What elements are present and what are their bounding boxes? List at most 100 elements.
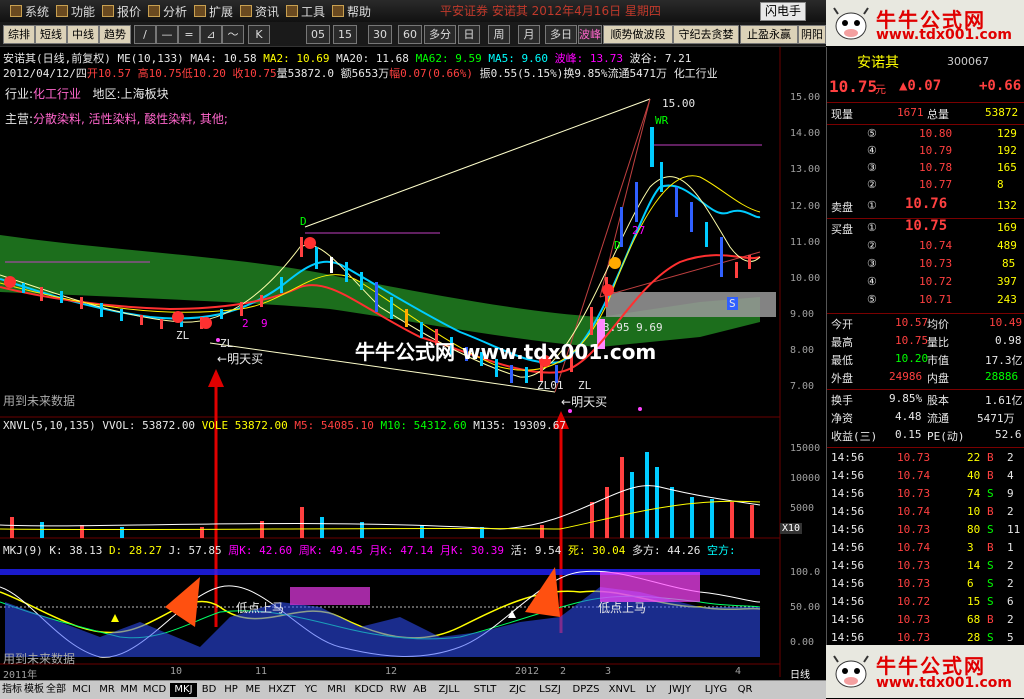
folder-icon: [10, 5, 22, 17]
tab-zjc[interactable]: ZJC: [504, 683, 531, 697]
bid-label: 买盘: [831, 223, 853, 236]
tab-模板[interactable]: 模板: [24, 683, 44, 697]
toolbar-mid-button[interactable]: 中线: [67, 25, 99, 44]
bid-vol: 243: [997, 293, 1017, 306]
tab-mr[interactable]: MR: [97, 683, 117, 697]
tab-hp[interactable]: HP: [221, 683, 241, 697]
tab-bd[interactable]: BD: [199, 683, 219, 697]
menu-quote-label: 报价: [117, 5, 142, 19]
tab-zjll[interactable]: ZJLL: [432, 683, 466, 697]
take-profit-button[interactable]: 止盈永赢: [740, 25, 798, 44]
bid-level-row[interactable]: ④ 10.72 397: [827, 275, 1024, 292]
toolbar-short-button[interactable]: 短线: [35, 25, 67, 44]
wr-label: WR: [655, 114, 669, 127]
tick-volume: 22: [967, 451, 981, 464]
bid-level-row[interactable]: ② 10.74 489: [827, 239, 1024, 256]
bid-level-row[interactable]: ⑤ 10.71 243: [827, 293, 1024, 310]
tab-ly[interactable]: LY: [641, 683, 661, 697]
tick-time: 14:56: [831, 523, 865, 536]
menu-tools[interactable]: 工具: [286, 3, 325, 20]
ask-level-row[interactable]: ③ 10.78 165: [827, 161, 1024, 178]
discipline-button[interactable]: 守纪去贪婪: [673, 25, 739, 44]
ask-level-row[interactable]: ② 10.77 8: [827, 178, 1024, 195]
menu-system[interactable]: 系统: [10, 3, 49, 20]
count-label: 9: [261, 317, 268, 330]
price-change: ▲0.07: [899, 78, 942, 94]
ask-vol: 192: [997, 144, 1017, 157]
stat-label: PE(动): [927, 430, 965, 443]
banner-url: www.tdx001.com: [876, 27, 1013, 43]
level-icon: ①: [867, 199, 877, 212]
tab-mci[interactable]: MCI: [68, 683, 95, 697]
period-multimin-button[interactable]: 多分: [424, 25, 456, 44]
tab-me[interactable]: ME: [243, 683, 263, 697]
kline-tool[interactable]: K: [248, 25, 270, 44]
kdj-k-value: K: 38.13: [49, 544, 103, 557]
tick-count: 2: [1007, 505, 1014, 518]
level-icon: ③: [867, 257, 877, 270]
tab-mcd[interactable]: MCD: [141, 683, 168, 697]
menu-analysis[interactable]: 分析: [148, 3, 187, 20]
bid-price: 10.72: [919, 275, 953, 288]
tab-kdcd[interactable]: KDCD: [352, 683, 386, 697]
tab-stlt[interactable]: STLT: [468, 683, 502, 697]
ask-level-row[interactable]: ④ 10.79 192: [827, 144, 1024, 161]
ask-vol: 129: [997, 127, 1017, 140]
period-05-button[interactable]: 05: [306, 25, 330, 44]
menu-quote[interactable]: 报价: [102, 3, 141, 20]
date-tick: 12: [385, 666, 398, 677]
yinyang-button[interactable]: 阴阳: [798, 25, 826, 44]
tab-ljyg[interactable]: LJYG: [699, 683, 733, 697]
bid1-row[interactable]: 买盘 ① 10.75 169: [827, 218, 1024, 238]
tab-mm[interactable]: MM: [119, 683, 139, 697]
kdj-header: MKJ(9) K: 38.13 D: 28.27 J: 57.85 周K: 42…: [3, 542, 736, 558]
zl-label: ZL: [578, 379, 592, 392]
tick-volume: 10: [967, 505, 981, 518]
tab-qr[interactable]: QR: [735, 683, 755, 697]
tick-price: 10.73: [897, 613, 931, 626]
period-15-button[interactable]: 15: [333, 25, 357, 44]
tab-mkj[interactable]: MKJ: [170, 683, 197, 697]
menu-function[interactable]: 功能: [56, 3, 95, 20]
window-title: 平安证券 安诺其 2012年4月16日 星期四: [440, 4, 661, 18]
price-unit: 元: [875, 83, 886, 96]
draw-parallel-tool[interactable]: =: [178, 25, 200, 44]
period-day-button[interactable]: 日: [458, 25, 480, 44]
tab-指标[interactable]: 指标: [2, 683, 22, 697]
draw-triangle-tool[interactable]: ⊿: [200, 25, 222, 44]
period-60-button[interactable]: 60: [398, 25, 422, 44]
tab-全部[interactable]: 全部: [46, 683, 66, 697]
tab-jwjy[interactable]: JWJY: [663, 683, 697, 697]
draw-wave-tool[interactable]: ～: [222, 25, 244, 44]
ask-level-row[interactable]: ⑤ 10.80 129: [827, 127, 1024, 144]
period-30-button[interactable]: 30: [368, 25, 392, 44]
tab-dpzs[interactable]: DPZS: [569, 683, 603, 697]
tab-rw[interactable]: RW: [388, 683, 408, 697]
toolbar-rank-button[interactable]: 综排: [3, 25, 35, 44]
tab-mri[interactable]: MRI: [323, 683, 350, 697]
tab-hxzt[interactable]: HXZT: [265, 683, 299, 697]
period-month-button[interactable]: 月: [518, 25, 540, 44]
tick-price: 10.73: [897, 559, 931, 572]
tab-lszj[interactable]: LSZJ: [533, 683, 567, 697]
tab-xnvl[interactable]: XNVL: [605, 683, 639, 697]
swing-trade-button[interactable]: 顺势做波段: [603, 25, 673, 44]
buy-tomorrow-text: 明天买: [571, 395, 608, 409]
tab-ab[interactable]: AB: [410, 683, 430, 697]
menu-info[interactable]: 资讯: [240, 3, 279, 20]
tick-row: 14:56 10.74 10 B 2: [827, 505, 1024, 522]
menu-extend[interactable]: 扩展: [194, 3, 233, 20]
peak-indicator-button[interactable]: 波峰: [578, 25, 602, 44]
tick-volume: 40: [967, 469, 981, 482]
draw-hline-tool[interactable]: —: [156, 25, 178, 44]
flash-trade-button[interactable]: 闪电手: [760, 2, 806, 21]
tab-yc[interactable]: YC: [301, 683, 321, 697]
bid-level-row[interactable]: ③ 10.73 85: [827, 257, 1024, 274]
period-week-button[interactable]: 周: [488, 25, 510, 44]
ask1-row[interactable]: 卖盘 ① 10.76 132: [827, 196, 1024, 216]
menu-help[interactable]: 帮助: [332, 3, 371, 20]
period-multiday-button[interactable]: 多日: [545, 25, 577, 44]
draw-line-tool[interactable]: /: [134, 25, 156, 44]
ask-label: 卖盘: [831, 201, 853, 214]
toolbar-trend-button[interactable]: 趋势: [99, 25, 131, 44]
